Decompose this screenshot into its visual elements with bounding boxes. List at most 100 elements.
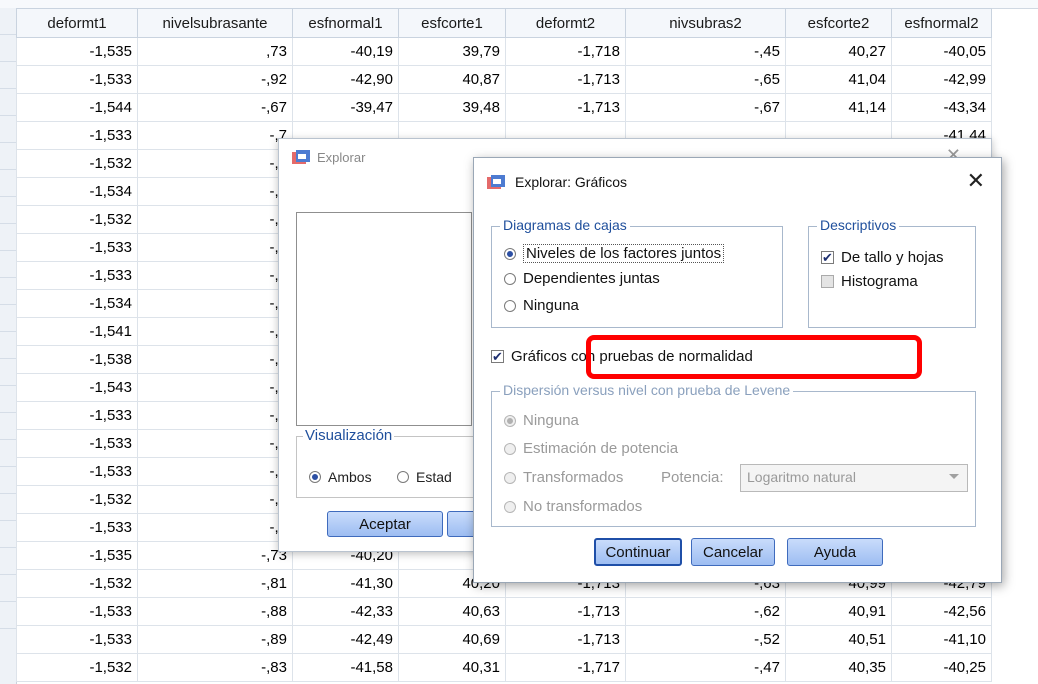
radio-icon[interactable] [504,299,516,312]
table-cell[interactable]: -41,10 [891,625,992,654]
table-cell[interactable]: -,88 [137,597,293,626]
ambos-radio[interactable]: Ambos [309,469,372,485]
table-cell[interactable]: -,8 [137,149,293,178]
table-cell[interactable]: -1,533 [16,401,138,430]
table-cell[interactable]: -1,533 [16,597,138,626]
table-cell[interactable]: -42,33 [292,597,399,626]
table-cell[interactable]: -,83 [137,653,293,682]
radio-icon[interactable] [504,442,516,455]
table-cell[interactable]: -1,535 [16,37,138,66]
levene-ninguna-radio[interactable]: Ninguna [504,412,579,429]
radio-icon[interactable] [309,471,321,483]
row-number-cell[interactable] [0,494,16,521]
row-number-cell[interactable] [0,440,16,467]
check-icon[interactable]: ✔ [821,251,834,264]
table-cell[interactable]: -1,533 [16,429,138,458]
table-cell[interactable]: -41,58 [292,653,399,682]
row-number-cell[interactable] [0,521,16,548]
table-cell[interactable]: -,73 [137,541,293,570]
column-header[interactable]: nivsubras2 [625,8,786,38]
table-cell[interactable]: -1,532 [16,653,138,682]
table-cell[interactable]: -,89 [137,625,293,654]
table-cell[interactable]: -,7 [137,457,293,486]
table-cell[interactable]: -1,541 [16,317,138,346]
table-cell[interactable]: -42,49 [292,625,399,654]
estadisticos-radio[interactable]: Estad [397,469,452,485]
table-cell[interactable]: -,7 [137,345,293,374]
radio-icon[interactable] [504,471,516,484]
table-cell[interactable]: -1,538 [16,345,138,374]
continuar-button[interactable]: Continuar [594,538,682,566]
radio-icon[interactable] [397,471,409,483]
column-header[interactable]: esfnormal2 [891,8,992,38]
row-number-cell[interactable] [0,143,16,170]
table-cell[interactable]: 40,63 [398,597,506,626]
table-cell[interactable]: 40,87 [398,65,506,94]
row-number-cell[interactable] [0,467,16,494]
table-cell[interactable]: -40,25 [891,653,992,682]
table-cell[interactable]: 39,79 [398,37,506,66]
aceptar-button[interactable]: Aceptar [327,511,443,537]
table-cell[interactable]: -1,532 [16,485,138,514]
table-cell[interactable]: -1,543 [16,373,138,402]
niveles-factores-radio[interactable]: Niveles de los factores juntos [504,244,725,263]
tallo-hojas-checkbox[interactable]: ✔ De tallo y hojas [821,249,944,266]
table-cell[interactable]: -40,05 [891,37,992,66]
column-header[interactable]: esfcorte2 [785,8,892,38]
table-cell[interactable]: -,52 [625,625,786,654]
radio-icon[interactable] [504,500,516,513]
table-cell[interactable]: -40,19 [292,37,399,66]
table-cell[interactable]: -1,532 [16,569,138,598]
checkbox-icon[interactable] [821,275,834,288]
table-cell[interactable]: -1,535 [16,541,138,570]
table-cell[interactable]: -43,34 [891,93,992,122]
table-cell[interactable]: -42,99 [891,65,992,94]
table-cell[interactable]: -1,718 [505,37,626,66]
table-cell[interactable]: -1,544 [16,93,138,122]
row-number-cell[interactable] [0,224,16,251]
table-cell[interactable]: -,7 [137,289,293,318]
column-header[interactable]: deformt2 [505,8,626,38]
row-number-cell[interactable] [0,278,16,305]
table-cell[interactable]: -,45 [625,37,786,66]
table-cell[interactable]: 41,14 [785,93,892,122]
table-cell[interactable]: -,7 [137,121,293,150]
table-cell[interactable]: -39,47 [292,93,399,122]
table-cell[interactable]: -1,532 [16,205,138,234]
table-cell[interactable]: -,81 [137,569,293,598]
table-cell[interactable]: -1,533 [16,261,138,290]
row-number-cell[interactable] [0,8,16,35]
table-cell[interactable]: -,6 [137,317,293,346]
row-number-cell[interactable] [0,413,16,440]
table-cell[interactable]: 40,91 [785,597,892,626]
table-cell[interactable]: -1,533 [16,121,138,150]
table-cell[interactable]: -1,532 [16,149,138,178]
no-transformados-radio[interactable]: No transformados [504,498,642,515]
table-cell[interactable]: -,8 [137,233,293,262]
transformados-radio[interactable]: Transformados [504,469,623,486]
table-cell[interactable]: -,8 [137,513,293,542]
row-number-cell[interactable] [0,116,16,143]
column-header[interactable]: esfcorte1 [398,8,506,38]
row-number-cell[interactable] [0,386,16,413]
row-number-cell[interactable] [0,602,16,629]
table-cell[interactable]: -,67 [625,93,786,122]
row-number-cell[interactable] [0,251,16,278]
table-cell[interactable]: 40,31 [398,653,506,682]
row-number-cell[interactable] [0,62,16,89]
table-cell[interactable]: -1,713 [505,65,626,94]
column-header[interactable]: nivelsubrasante [137,8,293,38]
table-cell[interactable]: -1,713 [505,93,626,122]
cancelar-button[interactable]: Cancelar [691,538,775,566]
radio-icon[interactable] [504,272,516,285]
table-cell[interactable]: -,62 [625,597,786,626]
table-cell[interactable]: -,7 [137,205,293,234]
table-cell[interactable]: -1,533 [16,625,138,654]
row-number-cell[interactable] [0,332,16,359]
table-cell[interactable]: -,7 [137,177,293,206]
table-cell[interactable]: 40,51 [785,625,892,654]
row-number-cell[interactable] [0,35,16,62]
row-number-cell[interactable] [0,359,16,386]
column-header[interactable]: esfnormal1 [292,8,399,38]
table-cell[interactable]: -1,534 [16,177,138,206]
